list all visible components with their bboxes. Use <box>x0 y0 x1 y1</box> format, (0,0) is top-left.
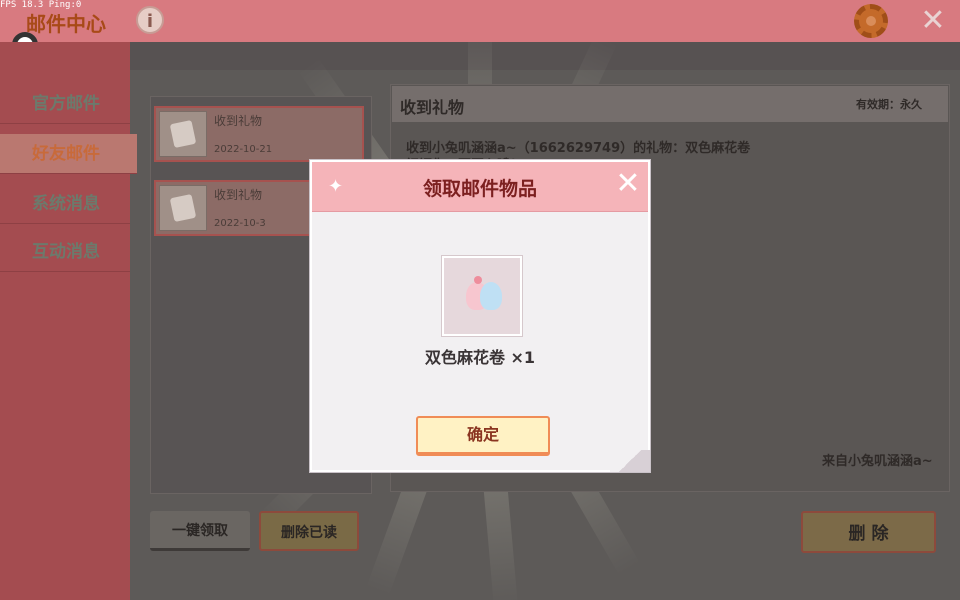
fps-readout: FPS 18.3 Ping:0 <box>0 0 82 10</box>
close-button[interactable]: ✕ <box>916 4 950 38</box>
delete-button[interactable]: 删 除 <box>801 511 936 553</box>
page-fold-decoration <box>610 450 650 472</box>
gear-icon[interactable] <box>854 4 888 38</box>
mail-title: 收到礼物 <box>214 188 263 202</box>
mail-date: 2022-10-21 <box>214 144 273 155</box>
envelope-icon <box>159 111 207 157</box>
sidebar <box>0 42 130 600</box>
reward-item-label: 双色麻花卷 ×1 <box>424 348 536 367</box>
claim-all-button[interactable]: 一键领取 <box>150 511 250 551</box>
delete-read-button[interactable]: 删除已读 <box>259 511 359 551</box>
reward-item-slot[interactable] <box>442 256 522 336</box>
sidebar-item-friend[interactable]: 好友邮件 <box>0 134 137 174</box>
page-title: 邮件中心 <box>26 12 106 36</box>
sidebar-item-system[interactable]: 系统消息 <box>0 184 130 224</box>
dialog-title: 领取邮件物品 <box>422 178 537 200</box>
claim-items-dialog: ✦ 领取邮件物品 ✕ 双色麻花卷 ×1 确定 <box>310 160 650 472</box>
list-item[interactable]: 收到礼物 2022-10-21 <box>154 106 364 162</box>
sidebar-item-official[interactable]: 官方邮件 <box>0 84 130 124</box>
dialog-header: ✦ 领取邮件物品 ✕ <box>312 162 648 212</box>
top-bar: 邮件中心 i ✕ <box>0 0 960 42</box>
sidebar-item-interaction[interactable]: 互动消息 <box>0 232 130 272</box>
sender-signature: 来自小兔叽涵涵a~ <box>822 454 933 469</box>
validity-text: 有效期：永久 <box>856 98 922 111</box>
mail-date: 2022-10-3 <box>214 218 266 229</box>
twin-braid-item-icon <box>464 276 504 318</box>
confirm-button[interactable]: 确定 <box>416 416 550 456</box>
dialog-close-button[interactable]: ✕ <box>614 169 642 199</box>
envelope-icon <box>159 185 207 231</box>
info-button[interactable]: i <box>136 6 164 34</box>
mail-title: 收到礼物 <box>214 114 263 128</box>
detail-title: 收到礼物 <box>400 98 465 117</box>
